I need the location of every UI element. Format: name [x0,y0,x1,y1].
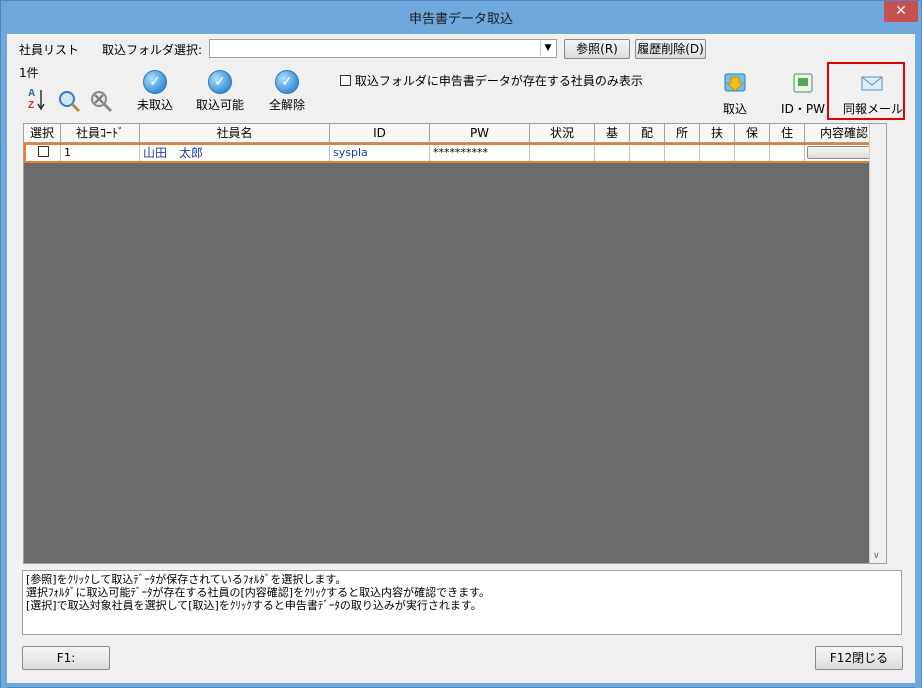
employee-code-cell: 1 [61,145,140,161]
importable-label: 取込可能 [195,98,244,112]
column-header-income[interactable]: 所 [665,124,700,143]
close-button[interactable]: ✕ [884,1,918,22]
status-cell [530,145,595,161]
income-cell [665,145,700,161]
import-icon [724,73,746,92]
help-message-line: [参照]をｸﾘｯｸして取込ﾃﾞｰﾀが保存されているﾌｫﾙﾀﾞを選択します。 [26,573,347,586]
check-circle-icon: ✓ [275,70,299,94]
id-cell: syspla [330,145,430,161]
svg-text:A: A [28,88,35,99]
f1-button[interactable]: F1: [22,646,110,670]
not-imported-label: 未取込 [136,98,173,112]
column-header-basic[interactable]: 基 [595,124,630,143]
folder-select-label: 取込フォルダ選択: [102,43,203,57]
pw-cell: ********** [430,145,530,161]
scroll-down-icon[interactable]: ∨ [873,551,880,561]
window-frame-right [915,34,921,688]
not-imported-button[interactable]: ✓ 未取込 [133,70,177,113]
column-header-pw[interactable]: PW [430,124,530,143]
sort-az-icon: A Z [28,88,45,111]
spouse-cell [630,145,665,161]
check-circle-icon: ✓ [143,70,167,94]
window-title: 申告書データ取込 [408,12,513,27]
import-button[interactable]: 取込 [715,71,755,117]
search-clear-button[interactable] [88,89,114,116]
clear-all-label: 全解除 [268,98,305,112]
column-header-spouse[interactable]: 配 [630,124,665,143]
employee-grid: 選択 社員ｺｰﾄﾞ 社員名 ID PW 状況 基 配 所 扶 保 住 内容確認 … [23,123,887,564]
importable-button[interactable]: ✓ 取込可能 [192,70,248,113]
column-header-select[interactable]: 選択 [24,124,61,143]
employee-list-label: 社員リスト [19,43,80,57]
column-header-status[interactable]: 状況 [530,124,595,143]
highlight-box [827,62,905,120]
row-select-checkbox[interactable] [37,146,49,157]
column-header-insurance[interactable]: 保 [735,124,770,143]
id-pw-label: ID・PW [781,102,825,116]
insurance-cell [735,145,770,161]
table-row[interactable]: 1 山田 太郎 syspla ********** [24,143,884,163]
chevron-down-icon[interactable]: ▼ [540,41,555,56]
record-count: 1件 [19,66,39,80]
search-button[interactable] [56,89,82,116]
column-header-code[interactable]: 社員ｺｰﾄﾞ [61,124,140,143]
filter-checkbox-label: 取込フォルダに申告書データが存在する社員のみ表示 [354,74,643,88]
app-window: 申告書データ取込 ✕ 社員リスト 取込フォルダ選択: ▼ 参照(R) 履歴削除(… [0,0,922,688]
id-pw-button[interactable]: ID・PW [781,71,825,117]
search-clear-icon [91,91,113,113]
help-message-line: [選択]で取込対象社員を選択して[取込]をｸﾘｯｸすると申告書ﾃﾞｰﾀの取り込み… [26,599,482,612]
grid-header: 選択 社員ｺｰﾄﾞ 社員名 ID PW 状況 基 配 所 扶 保 住 内容確認 [24,124,884,143]
help-message-box: [参照]をｸﾘｯｸして取込ﾃﾞｰﾀが保存されているﾌｫﾙﾀﾞを選択します。 選択… [22,570,902,635]
sort-az-button[interactable]: A Z [25,86,47,115]
select-cell[interactable] [26,145,61,161]
svg-text:Z: Z [28,100,34,111]
browse-button[interactable]: 参照(R) [564,39,630,59]
id-card-icon [793,73,813,93]
close-dialog-button[interactable]: F12閉じる [815,646,903,670]
filter-checkbox-box[interactable] [340,75,351,86]
housing-cell [770,145,805,161]
column-header-dependent[interactable]: 扶 [700,124,735,143]
search-icon [59,91,81,113]
column-header-housing[interactable]: 住 [770,124,805,143]
dialog-content: 社員リスト 取込フォルダ選択: ▼ 参照(R) 履歴削除(D) 1件 A Z ✓… [7,34,915,683]
clear-history-button[interactable]: 履歴削除(D) [635,39,706,59]
filter-checkbox[interactable]: 取込フォルダに申告書データが存在する社員のみ表示 [340,72,643,89]
title-bar: 申告書データ取込 ✕ [1,1,921,34]
dependent-cell [700,145,735,161]
employee-name-cell: 山田 太郎 [140,145,330,161]
clear-all-button[interactable]: ✓ 全解除 [265,70,309,113]
column-header-name[interactable]: 社員名 [140,124,330,143]
basic-cell [595,145,630,161]
check-circle-icon: ✓ [208,70,232,94]
help-message-line: 選択ﾌｫﾙﾀﾞに取込可能ﾃﾞｰﾀが存在する社員の[内容確認]をｸﾘｯｸすると取込… [26,586,490,599]
column-header-id[interactable]: ID [330,124,430,143]
folder-select-combo[interactable]: ▼ [209,39,557,58]
import-label: 取込 [722,102,747,116]
vertical-scrollbar[interactable]: ∨ [869,124,886,563]
